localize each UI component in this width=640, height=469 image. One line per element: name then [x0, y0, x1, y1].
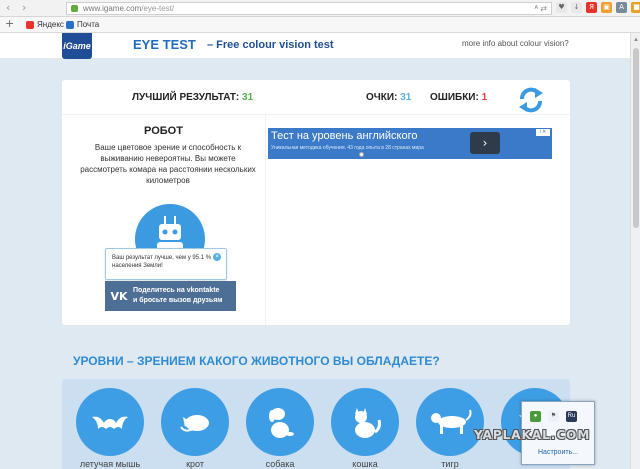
- best-score-value: 31: [242, 92, 254, 103]
- ad-title: Тест на уровень английского: [271, 130, 418, 142]
- best-score-label: ЛУЧШИЙ РЕЗУЛЬТАТ:: [132, 92, 240, 103]
- result-panel: ЛУЧШИЙ РЕЗУЛЬТАТ: 31 ОЧКИ: 31 ОШИБКИ: 1 …: [62, 80, 570, 325]
- levels-title: УРОВНИ – ЗРЕНИЕМ КАКОГО ЖИВОТНОГО ВЫ ОБЛ…: [73, 354, 440, 368]
- ad-banner[interactable]: Тест на уровень английского Уникальная м…: [268, 128, 552, 159]
- dog-icon: [246, 388, 314, 456]
- watermark: YAPLAKAL.COM: [474, 428, 591, 442]
- vk-share-button[interactable]: VK Поделитесь на vkontakte и бросьте выз…: [105, 281, 236, 311]
- errors-value: 1: [481, 92, 488, 103]
- tray-icons: ● ⚑ Ru: [530, 411, 577, 422]
- divider: [62, 114, 570, 115]
- add-bookmark-button[interactable]: +: [5, 18, 14, 29]
- browser-toolbar: ‹ › www.igame.com/eye-test/ ᴬ ⇄ ♥ ↓ Я ▣ …: [0, 0, 640, 17]
- scrollbar[interactable]: ▲: [630, 33, 640, 469]
- network-icon[interactable]: ●: [530, 411, 541, 422]
- level-tiger[interactable]: тигр: [416, 388, 484, 469]
- bookmark-label: Почта: [77, 20, 100, 29]
- bookmark-label: Яндекс: [37, 20, 64, 29]
- errors-label: ОШИБКИ:: [430, 92, 479, 103]
- tiger-icon: [416, 388, 484, 456]
- animal-label: кошка: [352, 459, 378, 469]
- close-icon[interactable]: ×: [213, 253, 221, 261]
- level-bat[interactable]: летучая мышь: [76, 388, 144, 469]
- download-icon[interactable]: ↓: [571, 2, 582, 13]
- result-description: Ваше цветовое зрение и способность к выж…: [80, 143, 256, 185]
- points: ОЧКИ: 31: [366, 92, 411, 103]
- best-score: ЛУЧШИЙ РЕЗУЛЬТАТ: 31: [132, 92, 253, 103]
- page-subtitle: – Free colour vision test: [207, 39, 334, 51]
- animal-label: тигр: [441, 459, 459, 469]
- igame-logo[interactable]: iGame: [62, 33, 92, 59]
- errors: ОШИБКИ: 1: [430, 92, 487, 103]
- vk-logo-icon: VK: [110, 289, 128, 303]
- animal-label: летучая мышь: [79, 459, 141, 469]
- level-mole[interactable]: крот: [161, 388, 229, 469]
- vk-share-line: Поделитесь на vkontakte: [133, 287, 220, 294]
- ad-info-icon[interactable]: i ✕: [536, 129, 550, 136]
- cat-icon: [331, 388, 399, 456]
- points-label: ОЧКИ:: [366, 92, 398, 103]
- lock-ext-icon[interactable]: ■: [631, 2, 640, 13]
- ad-text: Уникальная методика обучения. 43 года оп…: [271, 145, 424, 151]
- yandex-ext-icon[interactable]: Я: [586, 2, 597, 13]
- divider: [265, 115, 266, 325]
- scroll-thumb[interactable]: [633, 48, 639, 228]
- points-value: 31: [400, 92, 412, 103]
- ad-arrow-button[interactable]: ›: [470, 132, 500, 154]
- app-icon[interactable]: Ru: [566, 411, 577, 422]
- animal-label: крот: [186, 459, 204, 469]
- bookmark-mail[interactable]: Почта: [66, 20, 99, 29]
- level-dog[interactable]: собака: [246, 388, 314, 469]
- mail-icon: [66, 20, 74, 29]
- mole-icon: [161, 388, 229, 456]
- extension-icons: ♥ ↓ Я ▣ A ■ ✓ ≡: [556, 2, 640, 13]
- address-bar[interactable]: www.igame.com/eye-test/ ᴬ ⇄: [66, 2, 552, 15]
- forward-button[interactable]: ›: [22, 1, 26, 14]
- lock-icon: [71, 5, 78, 12]
- more-info-link[interactable]: more info about colour vision?: [462, 39, 569, 48]
- ad-dot[interactable]: [359, 152, 364, 157]
- tray-settings-link[interactable]: Настроить...: [538, 449, 578, 456]
- bookmarks-bar: + Яндекс Почта: [0, 17, 640, 33]
- vk-share-line: и бросьте вызов друзьям: [133, 297, 223, 304]
- site-header: iGame EYE TEST – Free colour vision test…: [0, 33, 640, 59]
- flag-icon[interactable]: ⚑: [548, 411, 559, 422]
- translate-icon[interactable]: A: [616, 2, 627, 13]
- gift-icon[interactable]: ▣: [601, 2, 612, 13]
- level-cat[interactable]: кошка: [331, 388, 399, 469]
- vk-share-label: Поделитесь на vkontakte и бросьте вызов …: [133, 286, 222, 306]
- heart-icon[interactable]: ♥: [556, 2, 567, 13]
- address-bar-icons[interactable]: ᴬ ⇄: [534, 3, 547, 14]
- result-tooltip: Ваш результат лучше, чем у 95.1 % населе…: [105, 248, 227, 280]
- back-button[interactable]: ‹: [6, 1, 10, 14]
- scroll-up-icon[interactable]: ▲: [633, 37, 639, 43]
- bookmark-yandex[interactable]: Яндекс: [26, 20, 64, 29]
- bat-icon: [76, 388, 144, 456]
- ad-dot[interactable]: [351, 152, 356, 157]
- result-title: РОБОТ: [144, 125, 183, 137]
- ad-pagination: [351, 152, 364, 157]
- tooltip-text: Ваш результат лучше, чем у 95.1 % населе…: [112, 255, 212, 269]
- page-title: EYE TEST: [133, 37, 196, 52]
- animal-label: собака: [265, 459, 295, 469]
- url-path: /eye-test/: [141, 4, 175, 13]
- url-host: www.igame.com: [83, 4, 142, 13]
- yandex-icon: [26, 20, 34, 29]
- restart-icon[interactable]: [516, 85, 546, 115]
